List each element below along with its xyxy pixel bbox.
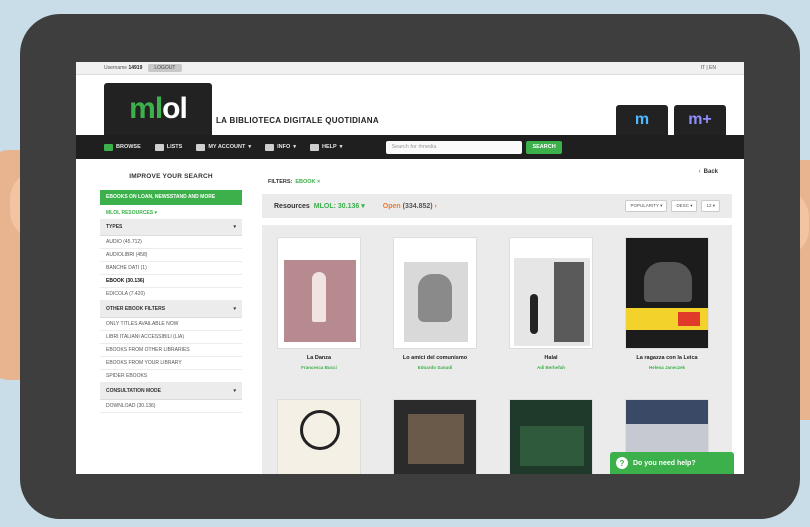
book-card[interactable]: Lo amici del comunismo Edoardo Sanudi [390,237,480,370]
sort-by-select[interactable]: POPULARITY ▾ [625,200,668,212]
improve-search-heading: IMPROVE YOUR SEARCH [129,173,213,180]
filter-spider-ebooks[interactable]: SPIDER EBOOKS [100,370,242,383]
nav-info[interactable]: INFO ▾ [265,143,296,151]
book-cover[interactable] [277,399,361,474]
mlol-resources-toggle[interactable]: MLOL RESOURCES ▾ [100,205,242,219]
filter-other-libraries[interactable]: EBOOKS FROM OTHER LIBRARIES [100,344,242,357]
tablet-screen: Username 14919 LOGOUT IT | EN ml ol LA BI… [76,62,744,474]
account-icon [196,143,206,151]
language-switch[interactable]: IT | EN [701,65,716,71]
book-cover[interactable] [393,237,477,349]
nav-browse[interactable]: BROWSE [104,143,141,151]
chevron-down-icon: ▾ [233,305,236,312]
ebook-filters-head[interactable]: OTHER EBOOK FILTERS ▾ [100,300,242,318]
help-chat-button[interactable]: ? Do you need help? [610,452,734,474]
type-ebook[interactable]: EBOOK (30.136) [100,275,242,288]
help-icon [310,143,319,151]
nav-lists[interactable]: LISTS [154,143,182,151]
results-main: FILTERS: EBOOK × ‹ Back Resources MLOL: 30… [262,159,732,474]
resources-mlol-count[interactable]: MLOL: 30.136 ▾ [314,202,365,210]
chevron-down-icon: ▾ [233,223,236,230]
nav-my-account[interactable]: MY ACCOUNT ▾ [196,143,251,151]
app-tab-m-plus[interactable]: m+ [674,105,726,135]
book-grid: La Danza Francesca Bucci Lo amici del co… [262,225,732,474]
resources-label: Resources [274,202,310,210]
consultation-head[interactable]: CONSULTATION MODE ▾ [100,382,242,400]
info-icon [265,143,275,151]
chevron-down-icon: ▾ [233,387,236,394]
filter-available-now[interactable]: ONLY TITLES AVAILABLE NOW [100,318,242,331]
book-card[interactable] [506,399,596,474]
active-filters: FILTERS: EBOOK × [268,179,321,185]
search-input[interactable]: Search for #media [386,140,523,154]
back-arrow-icon: ‹ [698,169,701,175]
sort-order-select[interactable]: DESC ▾ [671,200,698,212]
filter-download[interactable]: DOWNLOAD (30.136) [100,400,242,413]
book-cover[interactable] [393,399,477,474]
book-card[interactable] [390,399,480,474]
per-page-select[interactable]: 12 ▾ [701,200,720,212]
main-nav: BROWSE LISTS MY ACCOUNT ▾ INFO ▾ HELP ▾ … [76,135,744,159]
sort-controls: POPULARITY ▾ DESC ▾ 12 ▾ [621,200,720,212]
book-cover[interactable] [625,237,709,349]
lists-icon [154,143,164,151]
type-audio[interactable]: AUDIO (45.712) [100,236,242,249]
filter-sidebar: IMPROVE YOUR SEARCH EBOOKS ON LOAN, NEWS… [100,159,242,474]
ebooks-on-loan-filter[interactable]: EBOOKS ON LOAN, NEWSSTAND AND MORE [100,190,242,205]
site-header: ml ol LA BIBLIOTECA DIGITALE QUOTIDIANA m… [76,75,744,135]
book-card[interactable] [274,399,364,474]
open-resources-link[interactable]: Open (334.852) › [383,203,437,210]
book-cover[interactable] [509,237,593,349]
book-card[interactable]: La Danza Francesca Bucci [274,237,364,370]
resources-bar: Resources MLOL: 30.136 ▾ Open (334.852) … [262,194,732,218]
filter-lia[interactable]: LIBRI ITALIANI ACCESSIBILI (LIA) [100,331,242,344]
book-cover[interactable] [277,237,361,349]
tagline: LA BIBLIOTECA DIGITALE QUOTIDIANA [216,116,379,125]
app-tab-m[interactable]: m [616,105,668,135]
browse-icon [104,143,113,151]
mlol-logo[interactable]: ml ol [104,83,212,135]
filter-your-library[interactable]: EBOOKS FROM YOUR LIBRARY [100,357,242,370]
filter-tag-ebook[interactable]: EBOOK × [295,179,320,185]
logout-button[interactable]: LOGOUT [148,64,182,72]
book-card[interactable]: Halal Adi Berhefah [506,237,596,370]
type-banche-dati[interactable]: BANCHE DATI (1) [100,262,242,275]
top-bar: Username 14919 LOGOUT IT | EN [76,62,744,75]
type-audiolibri[interactable]: AUDIOLIBRI (458) [100,249,242,262]
book-cover[interactable] [509,399,593,474]
type-edicola[interactable]: EDICOLA (7.420) [100,288,242,301]
question-icon: ? [616,457,628,469]
username: Username 14919 [104,65,143,71]
nav-help[interactable]: HELP ▾ [310,143,342,151]
back-link[interactable]: ‹ Back [699,169,718,175]
search-button[interactable]: SEARCH [526,140,562,154]
book-card[interactable]: La ragazza con la Leica Helena Janeczek [622,237,712,370]
types-section-head[interactable]: TYPES ▾ [100,218,242,236]
